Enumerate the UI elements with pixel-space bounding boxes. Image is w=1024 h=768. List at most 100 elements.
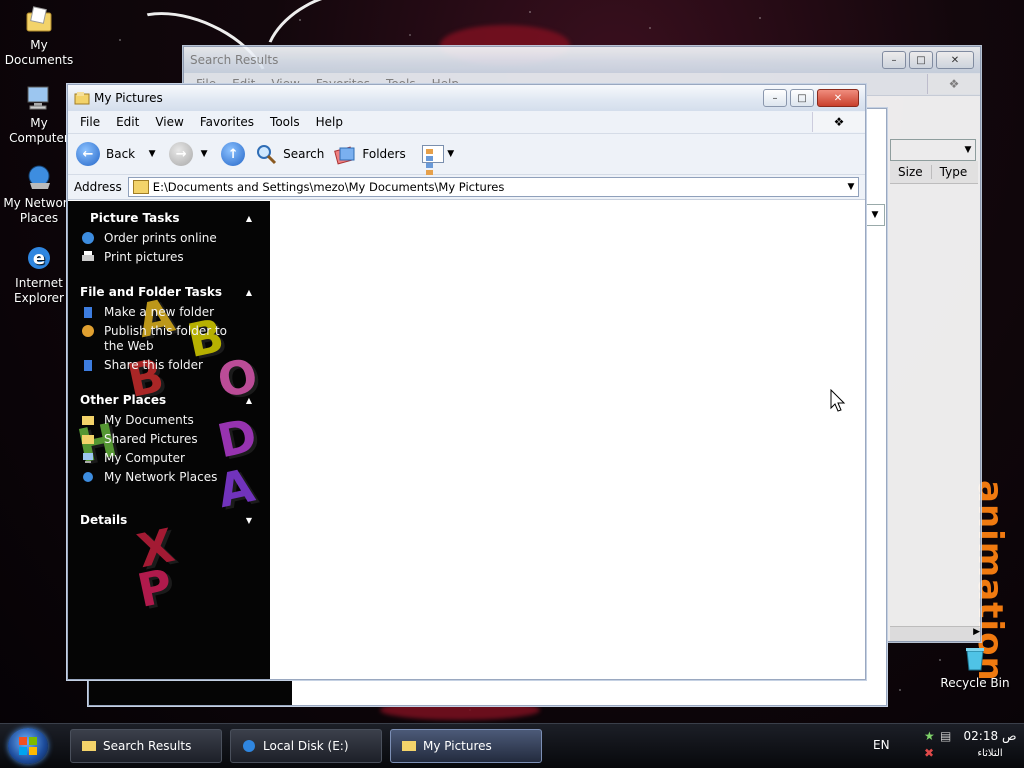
folder-icon xyxy=(80,432,96,446)
details-header[interactable]: Details ▼ xyxy=(68,509,270,531)
menu-help[interactable]: Help xyxy=(308,115,351,129)
minimize-button[interactable]: – xyxy=(882,51,906,69)
share-folder-icon xyxy=(80,358,96,372)
my-pictures-window[interactable]: My Pictures – □ ✕ File Edit View Favorit… xyxy=(67,84,866,680)
windows-flag-icon: ❖ xyxy=(812,112,865,132)
start-button[interactable] xyxy=(8,728,48,764)
back-button[interactable]: ← Back ▼ xyxy=(76,142,159,166)
menu-favorites[interactable]: Favorites xyxy=(192,115,262,129)
horizontal-scrollbar[interactable]: ▶ xyxy=(890,626,980,641)
place-label: My Network Places xyxy=(104,470,218,484)
my-pictures-titlebar[interactable]: My Pictures – □ ✕ xyxy=(68,85,865,111)
my-pictures-menubar: File Edit View Favorites Tools Help ❖ xyxy=(68,111,865,134)
windows-logo-icon xyxy=(19,737,37,755)
task-label: Share this folder xyxy=(104,358,203,372)
up-button[interactable]: ↑ xyxy=(221,142,246,166)
network-tray-icon[interactable]: ★ xyxy=(924,729,935,743)
chevron-down-icon[interactable]: ▼ xyxy=(844,182,858,192)
taskbar: Search Results Local Disk (E:) My Pictur… xyxy=(0,723,1024,768)
task-label: Make a new folder xyxy=(104,305,215,319)
desktop-icon-recycle-bin[interactable]: Recycle Bin xyxy=(936,642,1014,691)
address-path: E:\Documents and Settings\mezo\My Docume… xyxy=(152,180,505,194)
windows-flag-icon: ❖ xyxy=(927,74,980,94)
address-field[interactable]: E:\Documents and Settings\mezo\My Docume… xyxy=(127,177,859,197)
file-folder-tasks-header[interactable]: File and Folder Tasks ▲ xyxy=(68,281,270,303)
back-arrow-icon: ← xyxy=(76,142,100,166)
maximize-button[interactable]: □ xyxy=(909,51,933,69)
minimize-button[interactable]: – xyxy=(763,89,787,107)
language-indicator[interactable]: EN xyxy=(873,738,890,752)
task-label: Local Disk (E:) xyxy=(263,739,349,753)
collapse-icon[interactable]: ▲ xyxy=(246,288,252,297)
search-results-icon xyxy=(81,738,97,754)
menu-edit[interactable]: Edit xyxy=(108,115,147,129)
place-shared-pictures[interactable]: Shared Pictures xyxy=(68,430,270,449)
search-results-titlebar[interactable]: Search Results – □ ✕ xyxy=(184,47,980,73)
picture-tasks-header[interactable]: Picture Tasks ▲ xyxy=(68,207,270,229)
task-publish-folder[interactable]: Publish this folder to the Web xyxy=(68,322,270,356)
chevron-down-icon[interactable]: ▼ xyxy=(197,149,211,159)
printer-icon xyxy=(80,250,96,264)
globe-icon xyxy=(80,324,96,338)
task-share-folder[interactable]: Share this folder xyxy=(68,356,270,375)
computer-icon xyxy=(23,82,55,114)
taskbar-item-local-disk[interactable]: Local Disk (E:) xyxy=(230,729,382,763)
task-order-prints[interactable]: Order prints online xyxy=(68,229,270,248)
other-places-section: Other Places ▲ My Documents Shared Pictu… xyxy=(68,389,270,487)
task-make-new-folder[interactable]: Make a new folder xyxy=(68,303,270,322)
recycle-bin-icon xyxy=(959,642,991,674)
column-type[interactable]: Type xyxy=(932,165,976,179)
section-title: File and Folder Tasks xyxy=(80,285,223,299)
taskbar-item-search-results[interactable]: Search Results xyxy=(70,729,222,763)
close-button[interactable]: ✕ xyxy=(817,89,859,107)
mouse-cursor xyxy=(830,388,846,416)
globe-icon xyxy=(80,231,96,245)
menu-view[interactable]: View xyxy=(147,115,191,129)
close-button[interactable]: ✕ xyxy=(936,51,974,69)
task-label: My Pictures xyxy=(423,739,492,753)
standard-toolbar: ← Back ▼ → ▼ ↑ Search Folders ▼ xyxy=(68,134,865,175)
clock[interactable]: 02:18 ص الثلاثاء xyxy=(962,728,1018,762)
drive-icon xyxy=(241,738,257,754)
search-button[interactable]: Search xyxy=(255,143,324,165)
folders-icon xyxy=(334,143,356,165)
place-my-documents[interactable]: My Documents xyxy=(68,411,270,430)
file-list-view[interactable] xyxy=(270,201,865,679)
folder-pictures-icon xyxy=(401,738,417,754)
search-results-combo[interactable]: ▼ xyxy=(890,139,976,161)
volume-tray-icon[interactable]: ▤ xyxy=(940,729,951,743)
menu-tools[interactable]: Tools xyxy=(262,115,308,129)
chevron-down-icon: ▼ xyxy=(871,210,879,220)
collapse-icon[interactable]: ▲ xyxy=(246,396,252,405)
other-places-header[interactable]: Other Places ▲ xyxy=(68,389,270,411)
chevron-down-icon[interactable]: ▼ xyxy=(145,149,159,159)
place-my-network-places[interactable]: My Network Places xyxy=(68,468,270,487)
column-size[interactable]: Size xyxy=(890,165,932,179)
taskbar-item-my-pictures[interactable]: My Pictures xyxy=(390,729,542,763)
task-pane: A B O B D H A X P Picture Tasks ▲ Order … xyxy=(68,201,270,679)
section-title: Other Places xyxy=(80,393,167,407)
forward-button[interactable]: → ▼ xyxy=(169,142,211,166)
collapse-icon[interactable]: ▲ xyxy=(246,214,252,223)
address-label: Address xyxy=(74,180,122,194)
task-label: Print pictures xyxy=(104,250,184,264)
views-button[interactable]: ▼ xyxy=(421,145,458,175)
menu-file[interactable]: File xyxy=(72,115,108,129)
address-bar: Address E:\Documents and Settings\mezo\M… xyxy=(68,175,865,200)
task-print-pictures[interactable]: Print pictures xyxy=(68,248,270,267)
maximize-button[interactable]: □ xyxy=(790,89,814,107)
expand-icon[interactable]: ▼ xyxy=(246,516,252,525)
views-icon xyxy=(421,145,444,175)
security-shield-icon[interactable]: ✖ xyxy=(924,746,934,760)
place-my-computer[interactable]: My Computer xyxy=(68,449,270,468)
section-title: Details xyxy=(80,513,128,527)
window-title: Search Results xyxy=(190,53,279,67)
new-folder-icon xyxy=(80,305,96,319)
task-label: Order prints online xyxy=(104,231,217,245)
desktop-icon-my-documents[interactable]: My Documents xyxy=(0,4,78,68)
folder-pictures-icon xyxy=(74,91,90,105)
local-disk-combo[interactable]: ▼ xyxy=(865,204,885,226)
search-results-column-header: Size Type xyxy=(890,161,978,184)
place-label: Shared Pictures xyxy=(104,432,198,446)
folders-button[interactable]: Folders xyxy=(334,143,406,165)
